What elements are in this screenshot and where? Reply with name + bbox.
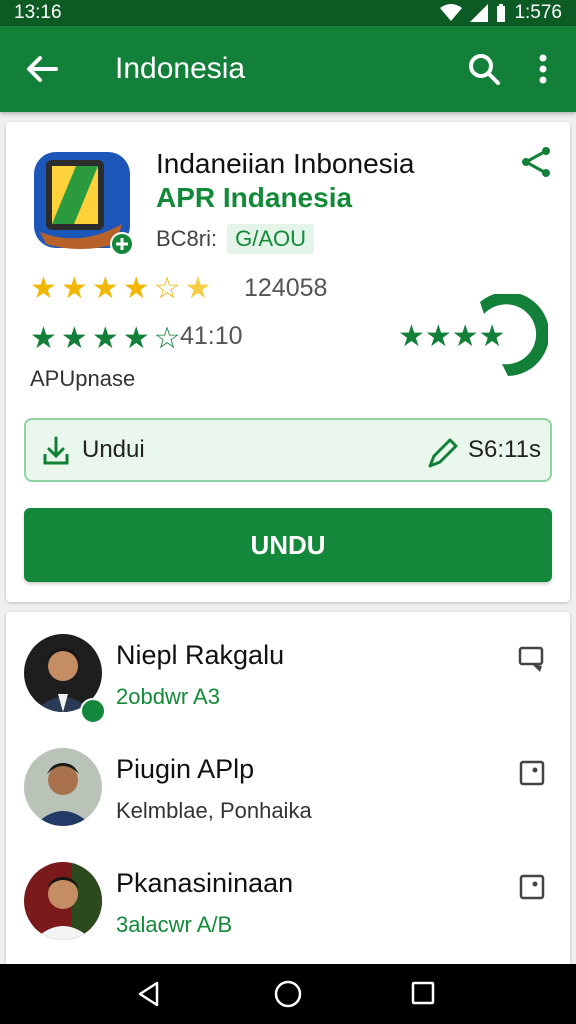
star-icon: ★ [91, 322, 119, 355]
size-value: G/AOU [227, 224, 315, 254]
arrow-left-icon[interactable] [22, 50, 60, 88]
list-item-sub: 3alacwr A/B [116, 912, 233, 937]
star-icon: ★ [184, 272, 212, 305]
star-icon: ★ [30, 272, 57, 305]
avatar-badge-icon [80, 698, 106, 724]
nav-recent-icon[interactable] [410, 980, 436, 1006]
star-icon: ★ [60, 272, 88, 305]
pen-icon [428, 438, 458, 468]
nav-home-icon[interactable] [272, 978, 304, 1010]
rating-count: 124058 [244, 274, 328, 302]
list-item[interactable]: Pkanasininaan 3alacwr A/B [6, 840, 570, 950]
size-label: BC8ri: [156, 226, 218, 251]
rating-stars-green: ★ ★ ★ ★ ☆ [30, 322, 181, 356]
search-icon[interactable] [466, 51, 502, 87]
status-icons: 1:576 [440, 2, 562, 24]
share-icon[interactable] [518, 144, 554, 180]
rating-stars-gold: ★ ★ ★ ★ ☆ ★ [30, 272, 211, 306]
list-item-sub: 2obdwr A3 [116, 684, 220, 709]
list-item[interactable]: Niepl Rakgalu 2obdwr A3 [6, 612, 570, 724]
list-item-name: Pkanasininaan [116, 868, 294, 898]
avatar [24, 748, 102, 826]
star-outline-icon: ☆ [153, 322, 181, 355]
app-detail-card: Indaneiian Inbonesia APR Indanesia BC8ri… [6, 122, 570, 602]
avatar [24, 862, 102, 940]
list-item-name: Niepl Rakgalu [116, 640, 285, 670]
download-icon [43, 436, 69, 465]
download-label: Undui [82, 436, 145, 463]
svg-text:★★★★: ★★★★ [398, 319, 506, 354]
square-dot-icon[interactable] [518, 872, 546, 902]
download-info-bar[interactable]: Undui S6:11s [24, 418, 552, 482]
star-icon: ★ [30, 322, 57, 355]
app-name: Indaneiian Inbonesia [156, 148, 415, 179]
battery-text: 1:576 [514, 2, 562, 23]
list-item[interactable]: Piugin APlp Kelmblae, Ponhaika [6, 726, 570, 836]
install-button[interactable]: UNDU [24, 508, 552, 582]
cast-icon[interactable] [518, 644, 546, 674]
app-logo-icon [34, 152, 134, 256]
app-developer[interactable]: APR Indanesia [156, 180, 352, 216]
system-nav-bar [0, 964, 576, 1024]
star-half-icon: ★ [122, 272, 150, 305]
wifi-icon [440, 4, 463, 21]
battery-icon [497, 4, 506, 22]
signal-icon [470, 4, 489, 22]
list-item-sub: Kelmblae, Ponhaika [116, 798, 312, 823]
star-half-icon: ★ [122, 322, 150, 355]
star-outline-icon: ☆ [153, 272, 181, 305]
rating-badge-icon: ★★★★ [398, 294, 548, 376]
app-bar: Indonesia [0, 26, 576, 112]
page-title: Indonesia [115, 52, 246, 85]
list-item-name: Piugin APlp [116, 754, 255, 784]
star-icon: ★ [91, 272, 119, 305]
update-label: APUpnase [30, 366, 136, 391]
status-bar: 13:16 1:576 [0, 0, 576, 26]
developer-list-card: Niepl Rakgalu 2obdwr A3 Piugin APlp Kelm… [6, 612, 570, 972]
download-size: S6:11s [468, 436, 541, 463]
more-vert-icon[interactable] [530, 51, 556, 87]
star-icon: ★ [60, 322, 88, 355]
app-size-row: BC8ri: G/AOU [156, 224, 315, 254]
square-dot-icon[interactable] [518, 758, 546, 788]
nav-back-icon[interactable] [135, 980, 163, 1008]
status-time: 13:16 [14, 2, 62, 23]
review-count: 41:10 [180, 322, 243, 350]
